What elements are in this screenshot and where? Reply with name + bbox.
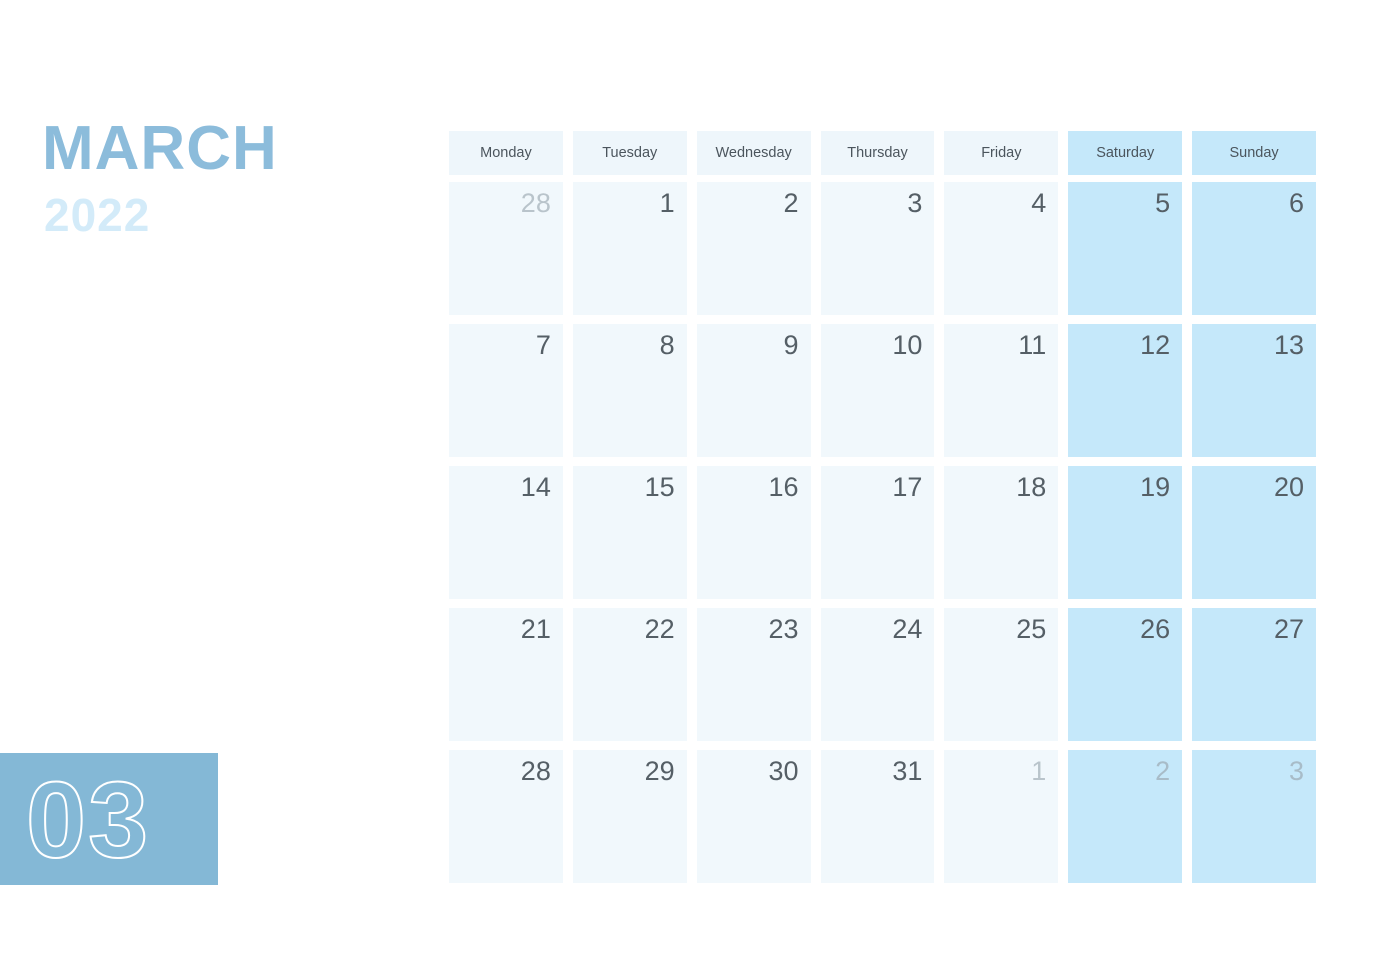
day-number: 18: [1016, 472, 1047, 502]
year-label: 2022: [44, 189, 151, 241]
day-number: 16: [768, 472, 799, 502]
calendar-day-cell[interactable]: 20: [1192, 466, 1316, 599]
day-number: 1: [1031, 756, 1047, 786]
month-number-text: 03: [26, 759, 150, 880]
calendar-day-cell[interactable]: 13: [1192, 324, 1316, 457]
calendar-title-block: MARCH 2022: [42, 114, 422, 241]
day-number: 17: [892, 472, 923, 502]
day-number: 7: [535, 330, 551, 360]
day-number: 26: [1140, 614, 1171, 644]
calendar-day-cell[interactable]: 2: [696, 182, 811, 315]
day-number: 31: [892, 756, 923, 786]
calendar-day-cell[interactable]: 24: [820, 608, 935, 741]
calendar-day-cell[interactable]: 31: [820, 750, 935, 883]
day-number: 24: [892, 614, 923, 644]
day-number: 27: [1273, 614, 1304, 644]
day-number: 2: [783, 188, 799, 218]
day-number: 6: [1288, 188, 1304, 218]
day-number: 21: [520, 614, 551, 644]
calendar-day-cell[interactable]: 27: [1192, 608, 1316, 741]
calendar-day-cell[interactable]: 10: [820, 324, 935, 457]
day-number: 25: [1016, 614, 1047, 644]
calendar-day-cell[interactable]: 8: [572, 324, 687, 457]
weekday-header-sunday: Sunday: [1192, 131, 1316, 175]
day-number: 15: [644, 472, 675, 502]
calendar-day-cell[interactable]: 5: [1068, 182, 1183, 315]
day-number: 22: [644, 614, 675, 644]
calendar-day-cell[interactable]: 9: [696, 324, 811, 457]
weekday-header-tuesday: Tuesday: [572, 131, 687, 175]
calendar-day-cell[interactable]: 21: [449, 608, 563, 741]
calendar-grid: Monday Tuesday Wednesday Thursday Friday Satu…: [449, 131, 1316, 883]
calendar-day-cell[interactable]: 25: [944, 608, 1059, 741]
calendar-day-cell[interactable]: 23: [696, 608, 811, 741]
day-number: 10: [892, 330, 923, 360]
calendar-week-row: 7 8 9 10 11 12 13: [449, 324, 1316, 457]
calendar-day-cell[interactable]: 30: [696, 750, 811, 883]
day-number: 3: [1288, 756, 1304, 786]
day-number: 30: [768, 756, 799, 786]
day-number: 28: [520, 188, 551, 218]
calendar-day-cell[interactable]: 29: [572, 750, 687, 883]
day-number: 28: [520, 756, 551, 786]
calendar-day-cell[interactable]: 14: [449, 466, 563, 599]
calendar-day-cell[interactable]: 1: [572, 182, 687, 315]
calendar-body: 28 1 2 3 4 5 6 7 8 9 10 11 12 13 14 15 16 17 18 19 20 21 22 23 2…: [449, 182, 1316, 883]
calendar-day-cell[interactable]: 1: [944, 750, 1059, 883]
calendar-day-cell[interactable]: 12: [1068, 324, 1183, 457]
calendar-day-cell[interactable]: 11: [944, 324, 1059, 457]
calendar-day-cell[interactable]: 3: [1192, 750, 1316, 883]
calendar-day-cell[interactable]: 4: [944, 182, 1059, 315]
day-number: 29: [644, 756, 675, 786]
day-number: 20: [1273, 472, 1304, 502]
day-number: 14: [520, 472, 551, 502]
calendar-day-cell[interactable]: 28: [449, 750, 563, 883]
day-number: 8: [659, 330, 675, 360]
day-number: 1: [659, 188, 675, 218]
day-number: 3: [907, 188, 923, 218]
day-number: 23: [768, 614, 799, 644]
weekday-header-saturday: Saturday: [1068, 131, 1183, 175]
day-number: 13: [1273, 330, 1304, 360]
calendar-day-cell[interactable]: 17: [820, 466, 935, 599]
calendar-day-cell[interactable]: 2: [1068, 750, 1183, 883]
weekday-header-row: Monday Tuesday Wednesday Thursday Friday Satu…: [449, 131, 1316, 175]
calendar-day-cell[interactable]: 15: [572, 466, 687, 599]
day-number: 4: [1031, 188, 1047, 218]
day-number: 11: [1018, 330, 1047, 360]
calendar-day-cell[interactable]: 3: [820, 182, 935, 315]
calendar-day-cell[interactable]: 26: [1068, 608, 1183, 741]
calendar-day-cell[interactable]: 16: [696, 466, 811, 599]
calendar-day-cell[interactable]: 28: [449, 182, 563, 315]
calendar-day-cell[interactable]: 22: [572, 608, 687, 741]
calendar-week-row: 28 1 2 3 4 5 6: [449, 182, 1316, 315]
weekday-header-thursday: Thursday: [820, 131, 935, 175]
weekday-header-wednesday: Wednesday: [696, 131, 811, 175]
calendar-week-row: 21 22 23 24 25 26 27: [449, 608, 1316, 741]
day-number: 19: [1140, 472, 1171, 502]
weekday-header-monday: Monday: [449, 131, 563, 175]
day-number: 12: [1140, 330, 1171, 360]
month-number-outline-graphic: 03: [26, 758, 150, 881]
calendar-day-cell[interactable]: 6: [1192, 182, 1316, 315]
page-title: MARCH: [42, 114, 278, 183]
calendar-day-cell[interactable]: 7: [449, 324, 563, 457]
day-number: 9: [783, 330, 799, 360]
day-number: 5: [1155, 188, 1171, 218]
calendar-week-row: 28 29 30 31 1 2 3: [449, 750, 1316, 883]
day-number: 2: [1155, 756, 1171, 786]
calendar-day-cell[interactable]: 18: [944, 466, 1059, 599]
calendar-day-cell[interactable]: 19: [1068, 466, 1183, 599]
month-number-badge: 03: [0, 753, 218, 885]
calendar-week-row: 14 15 16 17 18 19 20: [449, 466, 1316, 599]
weekday-header-friday: Friday: [944, 131, 1059, 175]
